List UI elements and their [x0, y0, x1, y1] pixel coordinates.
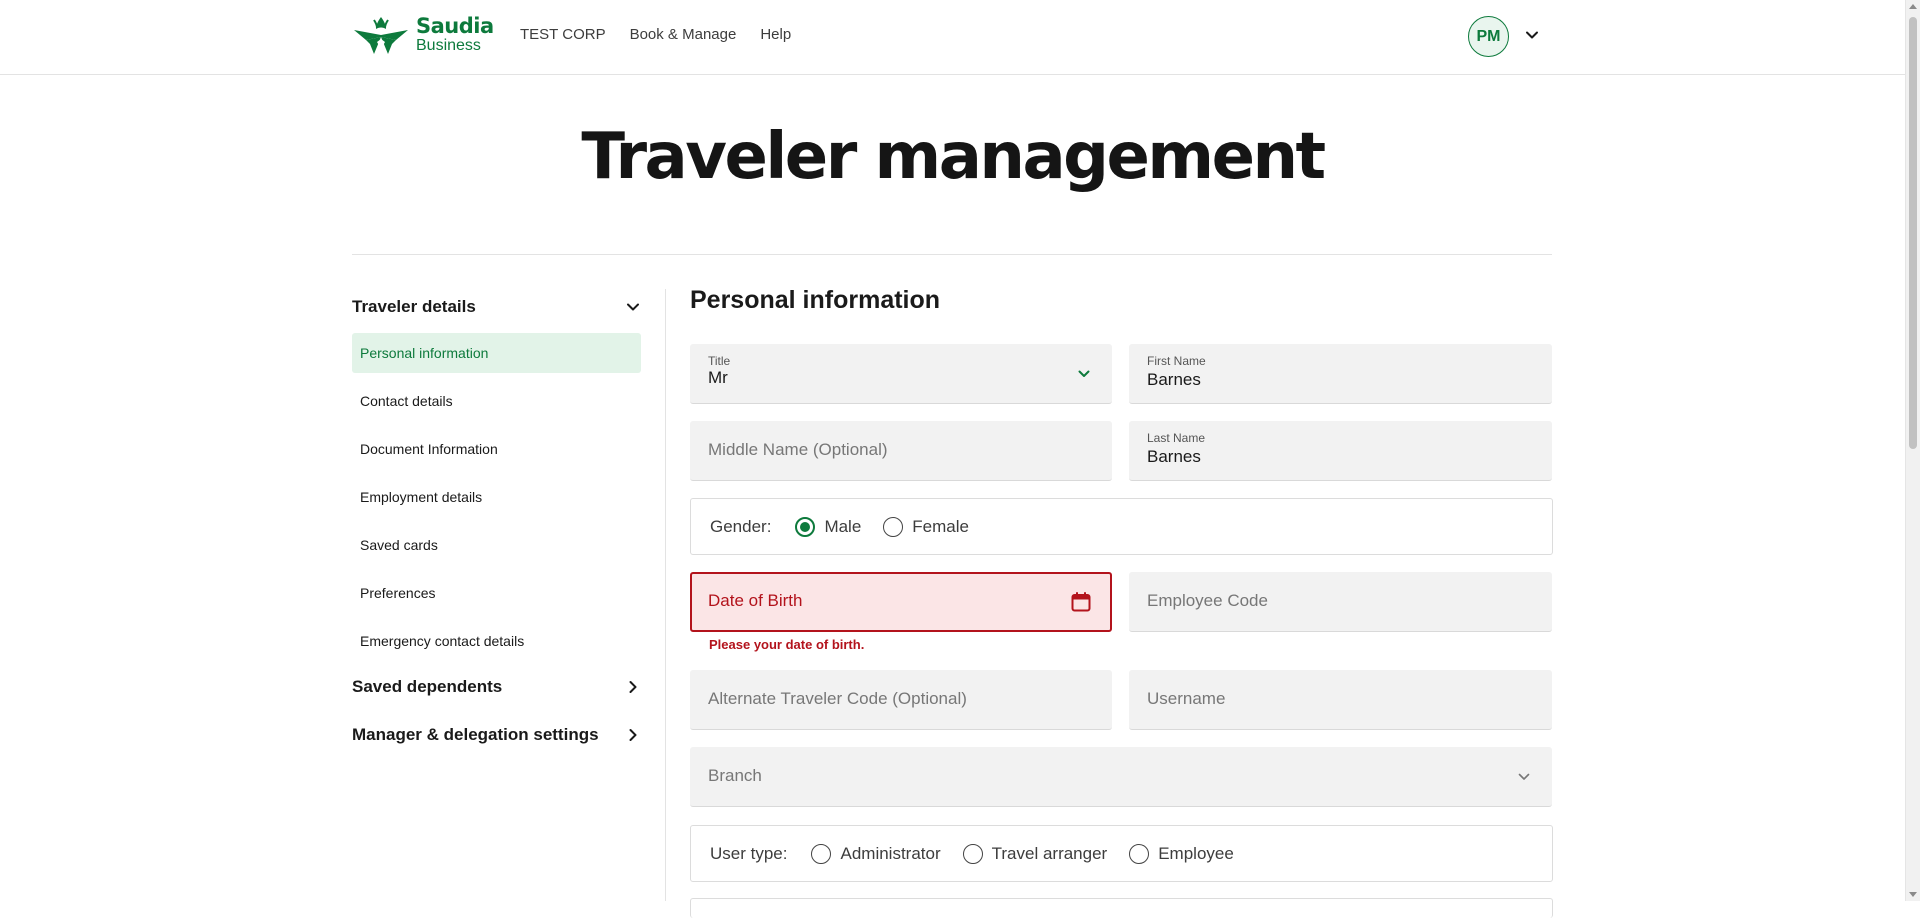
sidebar-item-preferences[interactable]: Preferences [352, 573, 641, 613]
date-of-birth-error: Please your date of birth. [709, 637, 865, 652]
sidebar-item-document-information[interactable]: Document Information [352, 429, 641, 469]
last-name-value: Barnes [1147, 447, 1201, 466]
user-type-option-administrator[interactable]: Administrator [811, 843, 941, 864]
first-name-label: First Name [1147, 354, 1206, 368]
username-field[interactable]: Username [1129, 670, 1552, 730]
gender-radio-group: Gender: Male Female [690, 498, 1553, 555]
first-name-field[interactable]: First Name Barnes [1129, 344, 1552, 404]
title-divider [352, 254, 1552, 255]
radio-unchecked-icon[interactable] [811, 843, 832, 864]
employee-code-field[interactable]: Employee Code [1129, 572, 1552, 632]
scrollbar-thumb[interactable] [1909, 17, 1917, 449]
sidebar-section-traveler-details[interactable]: Traveler details [352, 289, 641, 325]
radio-unchecked-icon[interactable] [962, 843, 983, 864]
title-value: Mr [708, 368, 728, 387]
sidebar-item-contact-details[interactable]: Contact details [352, 381, 641, 421]
saudia-business-logo[interactable]: Saudia Business [352, 13, 494, 57]
top-nav: TEST CORP Book & Manage Help [520, 26, 791, 43]
employee-code-placeholder: Employee Code [1147, 591, 1268, 610]
section-title: Personal information [690, 286, 941, 314]
logo-text-saudia: Saudia [416, 14, 494, 38]
traveler-details-list: Personal information Contact details Doc… [352, 333, 641, 661]
user-type-label: User type: [710, 843, 788, 863]
sidebar-section-label: Saved dependents [352, 677, 503, 696]
sidebar-item-employment-details[interactable]: Employment details [352, 477, 641, 517]
page-title: Traveler management [581, 120, 1326, 194]
sidebar-item-emergency-contact-details[interactable]: Emergency contact details [352, 621, 641, 661]
top-header: Saudia Business TEST CORP Book & Manage … [0, 0, 1905, 75]
user-avatar[interactable]: PM [1468, 16, 1509, 57]
user-type-administrator-label: Administrator [840, 843, 941, 863]
chevron-down-icon [1518, 773, 1530, 780]
sidebar-section-saved-dependents[interactable]: Saved dependents [352, 669, 641, 705]
chevron-down-icon [1078, 370, 1090, 377]
chevron-right-icon [629, 729, 637, 741]
alternate-traveler-code-field[interactable]: Alternate Traveler Code (Optional) [690, 670, 1112, 730]
next-form-row [690, 898, 1553, 918]
last-name-label: Last Name [1147, 431, 1206, 445]
sidebar: Traveler details Personal information Co… [352, 289, 641, 753]
chevron-down-icon[interactable] [1524, 27, 1540, 43]
nav-book-manage[interactable]: Book & Manage [630, 26, 737, 43]
sidebar-section-label: Manager & delegation settings [352, 725, 599, 744]
date-of-birth-field[interactable]: Date of Birth [690, 572, 1112, 632]
gender-label: Gender: [710, 516, 772, 536]
saudia-logo-icon [354, 17, 408, 54]
user-type-option-travel-arranger[interactable]: Travel arranger [962, 843, 1108, 864]
user-type-travel-arranger-label: Travel arranger [991, 843, 1108, 863]
first-name-value: Barnes [1147, 370, 1201, 389]
gender-option-male[interactable]: Male [795, 516, 862, 537]
sidebar-section-label: Traveler details [352, 297, 476, 316]
title-select[interactable]: Title Mr [690, 344, 1112, 404]
gender-option-female[interactable]: Female [883, 516, 969, 537]
scroll-up-arrow-icon[interactable] [1909, 4, 1917, 9]
chevron-down-icon [627, 303, 639, 311]
last-name-field[interactable]: Last Name Barnes [1129, 421, 1552, 481]
page-scrollbar[interactable] [1905, 0, 1920, 901]
gender-male-label: Male [824, 516, 862, 536]
user-type-radio-group: User type: Administrator Travel arranger… [690, 825, 1553, 882]
scroll-down-arrow-icon[interactable] [1909, 892, 1917, 897]
username-placeholder: Username [1147, 689, 1226, 708]
logo-text-business: Business [416, 37, 481, 54]
middle-name-placeholder: Middle Name (Optional) [708, 440, 888, 459]
sidebar-section-manager-delegation[interactable]: Manager & delegation settings [352, 717, 641, 753]
radio-checked-icon[interactable] [795, 516, 816, 537]
date-of-birth-placeholder: Date of Birth [708, 591, 803, 610]
nav-test-corp[interactable]: TEST CORP [520, 26, 606, 43]
chevron-right-icon [629, 681, 637, 693]
sidebar-divider [665, 289, 666, 901]
user-type-option-employee[interactable]: Employee [1129, 843, 1234, 864]
branch-select[interactable]: Branch [690, 747, 1552, 807]
alternate-traveler-code-placeholder: Alternate Traveler Code (Optional) [708, 689, 967, 708]
personal-information-form: Personal information Title Mr First Name… [690, 286, 1553, 918]
sidebar-item-saved-cards[interactable]: Saved cards [352, 525, 641, 565]
sidebar-item-personal-information[interactable]: Personal information [352, 333, 641, 373]
radio-unchecked-icon[interactable] [1129, 843, 1150, 864]
radio-unchecked-icon[interactable] [883, 516, 904, 537]
nav-help[interactable]: Help [760, 26, 791, 43]
calendar-icon[interactable] [1070, 591, 1092, 613]
user-type-employee-label: Employee [1158, 843, 1234, 863]
title-label: Title [708, 354, 731, 368]
branch-placeholder: Branch [708, 766, 762, 785]
middle-name-field[interactable]: Middle Name (Optional) [690, 421, 1112, 481]
gender-female-label: Female [912, 516, 969, 536]
